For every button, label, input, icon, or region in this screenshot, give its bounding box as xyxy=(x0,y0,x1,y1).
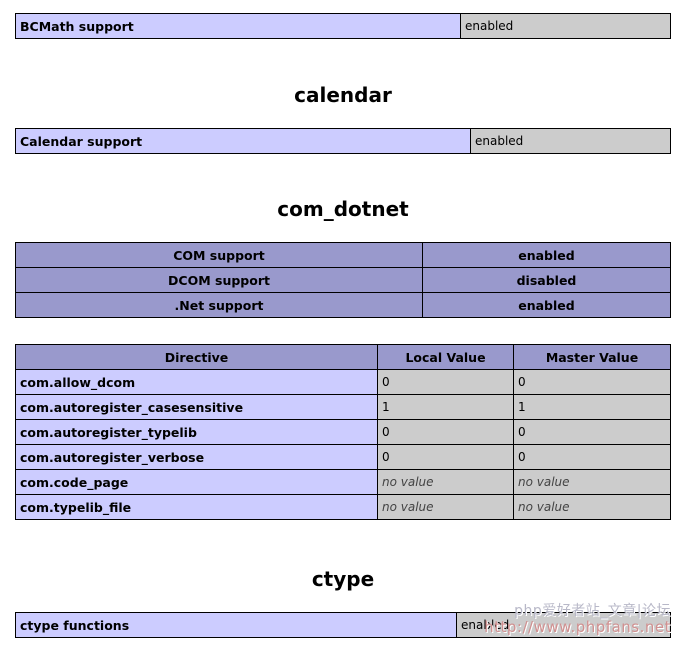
table-row: COM support enabled xyxy=(15,242,671,268)
table-row: DCOM support disabled xyxy=(15,267,671,293)
table-row: com.autoregister_verbose 0 0 xyxy=(15,444,671,470)
section-heading-calendar: calendar xyxy=(294,83,392,107)
section-heading-ctype: ctype xyxy=(311,567,375,591)
table-row: com.autoregister_typelib 0 0 xyxy=(15,419,671,445)
local-value: 1 xyxy=(377,394,514,420)
local-value: 0 xyxy=(377,419,514,445)
master-value: 1 xyxy=(513,394,671,420)
master-value: 0 xyxy=(513,444,671,470)
calendar-table: Calendar support enabled xyxy=(15,128,671,154)
local-value: 0 xyxy=(377,444,514,470)
directive-name: com.autoregister_casesensitive xyxy=(15,394,378,420)
table-row: Calendar support enabled xyxy=(15,128,671,154)
column-header-master-value: Master Value xyxy=(513,344,671,370)
no-value-text: no value xyxy=(382,475,434,489)
bcmath-table: BCMath support enabled xyxy=(15,13,671,39)
table-row: BCMath support enabled xyxy=(15,13,671,39)
support-value: enabled xyxy=(422,292,671,318)
support-value: disabled xyxy=(422,267,671,293)
no-value-text: no value xyxy=(382,500,434,514)
directive-value: enabled xyxy=(460,13,671,39)
table-row: .Net support enabled xyxy=(15,292,671,318)
ctype-table: ctype functions enabled xyxy=(15,612,671,638)
master-value: 0 xyxy=(513,419,671,445)
table-row: com.typelib_file no value no value xyxy=(15,494,671,520)
table-header-row: Directive Local Value Master Value xyxy=(15,344,671,370)
directive-name: ctype functions xyxy=(15,612,457,638)
support-name: COM support xyxy=(15,242,423,268)
section-heading-com-dotnet: com_dotnet xyxy=(277,197,409,221)
com-support-table: COM support enabled DCOM support disable… xyxy=(15,242,671,318)
table-row: ctype functions enabled xyxy=(15,612,671,638)
master-value: no value xyxy=(513,494,671,520)
directive-name: com.code_page xyxy=(15,469,378,495)
com-directives-table: Directive Local Value Master Value com.a… xyxy=(15,344,671,520)
support-name: .Net support xyxy=(15,292,423,318)
local-value: no value xyxy=(377,494,514,520)
directive-name: BCMath support xyxy=(15,13,461,39)
column-header-local-value: Local Value xyxy=(377,344,514,370)
directive-value: enabled xyxy=(470,128,671,154)
support-name: DCOM support xyxy=(15,267,423,293)
directive-name: com.typelib_file xyxy=(15,494,378,520)
directive-name: com.autoregister_verbose xyxy=(15,444,378,470)
directive-name: Calendar support xyxy=(15,128,471,154)
no-value-text: no value xyxy=(518,475,570,489)
directive-name: com.allow_dcom xyxy=(15,369,378,395)
column-header-directive: Directive xyxy=(15,344,378,370)
no-value-text: no value xyxy=(518,500,570,514)
local-value: no value xyxy=(377,469,514,495)
master-value: no value xyxy=(513,469,671,495)
directive-name: com.autoregister_typelib xyxy=(15,419,378,445)
local-value: 0 xyxy=(377,369,514,395)
table-row: com.allow_dcom 0 0 xyxy=(15,369,671,395)
master-value: 0 xyxy=(513,369,671,395)
directive-value: enabled xyxy=(456,612,671,638)
table-row: com.autoregister_casesensitive 1 1 xyxy=(15,394,671,420)
support-value: enabled xyxy=(422,242,671,268)
table-row: com.code_page no value no value xyxy=(15,469,671,495)
